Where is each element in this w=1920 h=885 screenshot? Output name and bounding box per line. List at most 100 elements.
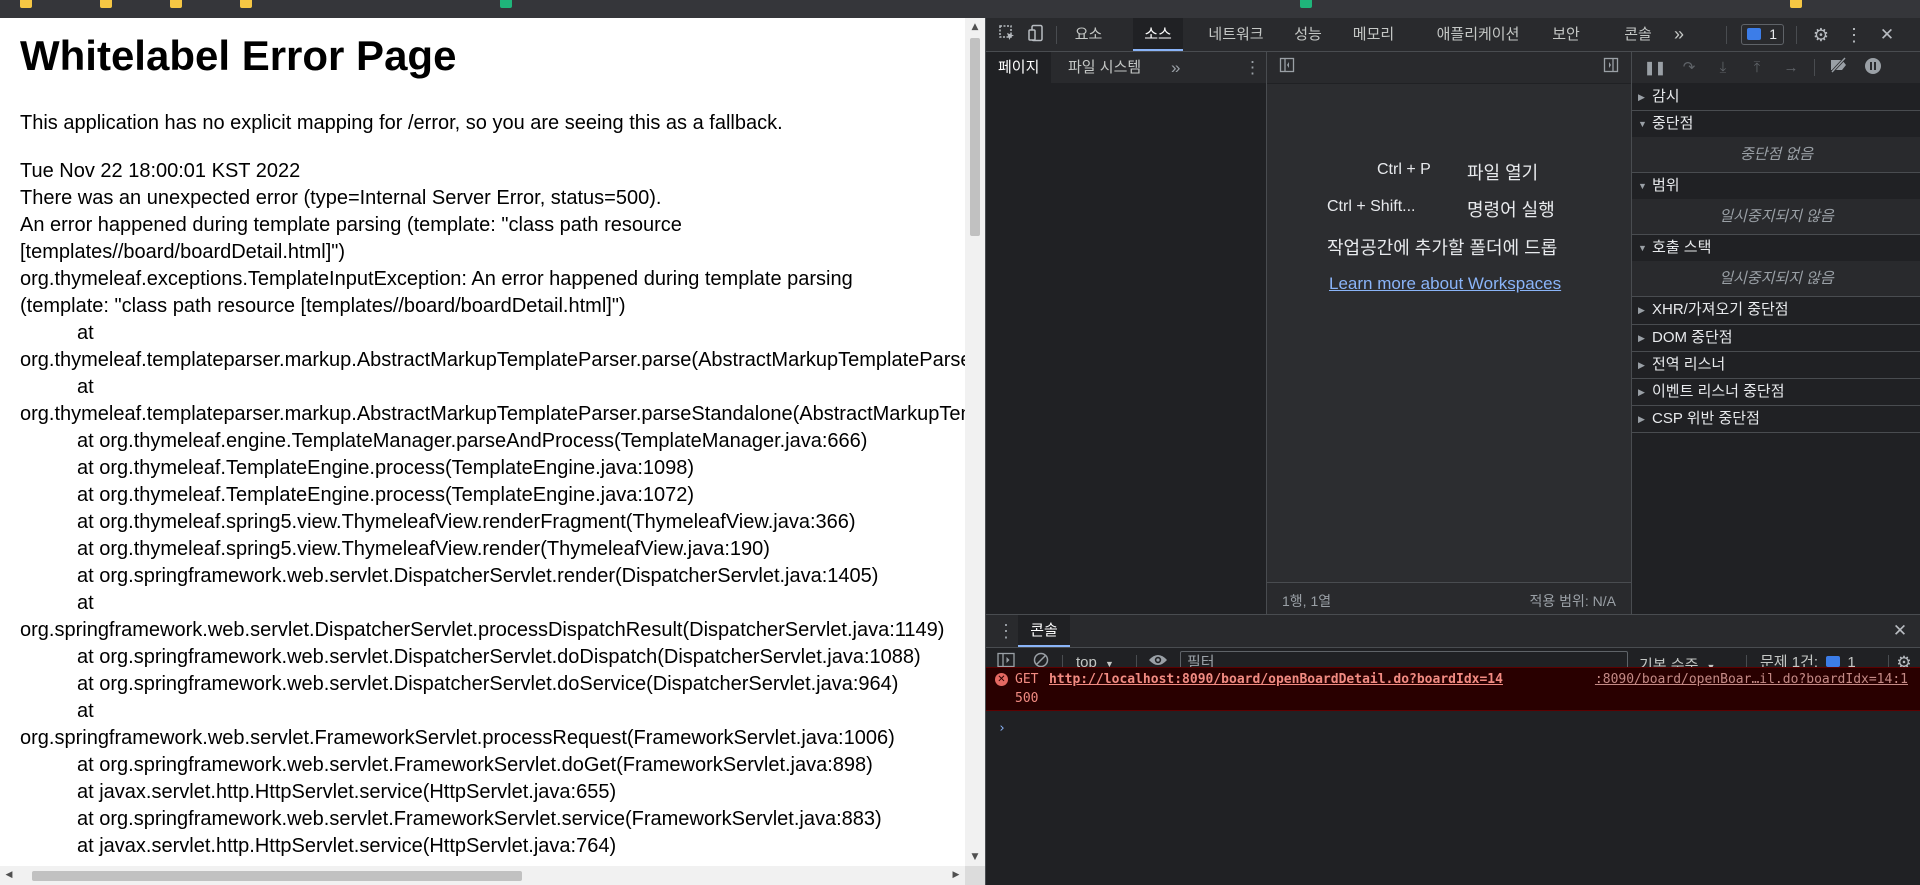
bookmarks-bar (0, 0, 1920, 18)
close-drawer-icon[interactable]: ✕ (1889, 620, 1911, 642)
drawer-menu-icon[interactable]: ⋮ (995, 620, 1017, 642)
trace-line: at (77, 592, 94, 614)
bookmark-icon[interactable] (240, 0, 254, 18)
tab-performance[interactable]: 성능 (1288, 18, 1328, 51)
more-options-icon[interactable]: ⋮ (1244, 52, 1261, 83)
vertical-scrollbar[interactable]: ▲ ▼ (965, 18, 985, 866)
expand-icon: ▶ (1638, 414, 1645, 424)
step-out-icon[interactable]: ⤒ (1746, 57, 1768, 79)
message-icon (1826, 656, 1841, 667)
stack-trace: Tue Nov 22 18:00:01 KST 2022 There was an… (20, 158, 965, 860)
tab-page[interactable]: 페이지 (986, 52, 1052, 83)
trace-line: at (77, 700, 94, 722)
trace-line: [templates//board/boardDetail.html]") (20, 241, 346, 263)
scope-pane-header[interactable]: ▼ 범위 (1632, 173, 1920, 199)
horizontal-scrollbar[interactable]: ◀ ▶ (0, 866, 965, 885)
shortcut-action: 파일 열기 (1467, 163, 1539, 183)
scroll-thumb[interactable] (32, 871, 522, 881)
xhr-breakpoints-header[interactable]: ▶ XHR/가져오기 중단점 (1632, 297, 1920, 323)
expand-icon: ▶ (1638, 387, 1645, 397)
editor-status-bar: 1행, 1열 적용 범위: N/A (1267, 583, 1631, 614)
step-into-icon[interactable]: ⤓ (1712, 57, 1734, 79)
tab-filesystem[interactable]: 파일 시스템 (1068, 52, 1141, 83)
inspect-element-icon[interactable] (996, 24, 1018, 46)
pause-icon[interactable]: ❚❚ (1644, 57, 1666, 79)
issues-badge[interactable]: 1 (1741, 24, 1784, 45)
cursor-position: 1행, 1열 (1282, 593, 1332, 609)
toggle-navigator-icon[interactable] (1276, 57, 1298, 79)
tab-network[interactable]: 네트워크 (1201, 18, 1271, 51)
scroll-down-icon[interactable]: ▼ (965, 848, 985, 866)
expand-icon: ▶ (1638, 333, 1645, 343)
close-icon[interactable]: ✕ (1876, 24, 1898, 46)
console-prompt[interactable]: › (998, 721, 1006, 736)
debugger-toolbar: ❚❚ ↷ ⤓ ⤒ → (1632, 52, 1920, 83)
device-toggle-icon[interactable] (1026, 24, 1048, 46)
drawer-tab-console[interactable]: 콘솔 (1018, 615, 1070, 647)
scroll-right-icon[interactable]: ▶ (947, 866, 965, 885)
deactivate-breakpoints-icon[interactable] (1828, 56, 1850, 79)
scroll-thumb[interactable] (970, 38, 980, 236)
toolbar-divider (1726, 26, 1727, 44)
shortcut-key: Ctrl + Shift... (1327, 198, 1416, 215)
trace-line: There was an unexpected error (type=Inte… (20, 187, 662, 209)
toggle-debugger-icon[interactable] (1600, 57, 1622, 79)
shortcut-key: Ctrl + P (1377, 161, 1431, 178)
trace-line: at org.springframework.web.servlet.Dispa… (77, 673, 899, 695)
expand-icon: ▶ (1638, 305, 1645, 315)
tab-sources[interactable]: 소스 (1133, 18, 1183, 51)
error-source-link[interactable]: :8090/board/openBoar…il.do?boardIdx=14:1 (1595, 672, 1908, 687)
toolbar-divider (1814, 59, 1815, 76)
watch-pane-header[interactable]: ▶ 감시 (1632, 84, 1920, 110)
scroll-left-icon[interactable]: ◀ (0, 866, 18, 885)
step-over-icon[interactable]: ↷ (1678, 57, 1700, 79)
drop-hint: 작업공간에 추가할 폴더에 드롭 (1327, 238, 1558, 258)
trace-line: at org.thymeleaf.TemplateEngine.process(… (77, 457, 695, 479)
navigator-tabs: 페이지 파일 시스템 » ⋮ (986, 52, 1266, 83)
trace-line: at (77, 376, 94, 398)
expand-icon: ▶ (1638, 360, 1645, 370)
workspaces-link[interactable]: Learn more about Workspaces (1329, 274, 1561, 294)
tab-application[interactable]: 애플리케이션 (1428, 18, 1528, 51)
more-tabs-icon[interactable]: » (1171, 52, 1180, 83)
toolbar-divider (1056, 26, 1057, 44)
bookmark-icon[interactable] (1790, 0, 1804, 18)
dom-breakpoints-header[interactable]: ▶ DOM 중단점 (1632, 325, 1920, 351)
gear-icon[interactable]: ⚙ (1810, 24, 1832, 46)
scroll-corner (965, 866, 985, 885)
more-options-icon[interactable]: ⋮ (1843, 24, 1865, 46)
pause-on-exceptions-icon[interactable] (1862, 57, 1884, 79)
more-tabs-icon[interactable]: » (1669, 18, 1689, 51)
step-icon[interactable]: → (1780, 57, 1802, 79)
breakpoints-pane-header[interactable]: ▼ 중단점 (1632, 111, 1920, 137)
tab-elements[interactable]: 요소 (1066, 18, 1111, 51)
toolbar-divider (1796, 26, 1797, 44)
global-listeners-header[interactable]: ▶ 전역 리스너 (1632, 352, 1920, 378)
tab-security[interactable]: 보안 (1546, 18, 1586, 51)
csp-breakpoints-header[interactable]: ▶ CSP 위반 중단점 (1632, 406, 1920, 432)
expand-icon: ▶ (1638, 92, 1645, 102)
error-url-link[interactable]: http://localhost:8090/board/openBoardDet… (1049, 672, 1503, 687)
bookmark-icon[interactable] (1300, 0, 1314, 18)
collapse-icon: ▼ (1638, 243, 1647, 253)
trace-line: at org.springframework.web.servlet.Dispa… (77, 565, 879, 587)
page-title: Whitelabel Error Page (20, 32, 457, 79)
bookmark-icon[interactable] (500, 0, 514, 18)
tab-memory[interactable]: 메모리 (1346, 18, 1401, 51)
trace-line: An error happened during template parsin… (20, 214, 682, 236)
event-listener-breakpoints-header[interactable]: ▶ 이벤트 리스너 중단점 (1632, 379, 1920, 405)
trace-line: at org.thymeleaf.spring5.view.ThymeleafV… (77, 538, 770, 560)
trace-line: Tue Nov 22 18:00:01 KST 2022 (20, 160, 301, 182)
bookmark-icon[interactable] (100, 0, 114, 18)
scroll-up-icon[interactable]: ▲ (965, 18, 985, 36)
page-intro: This application has no explicit mapping… (20, 112, 783, 134)
callstack-pane-header[interactable]: ▼ 호출 스택 (1632, 235, 1920, 261)
bookmark-icon[interactable] (20, 0, 34, 18)
trace-line: at org.springframework.web.servlet.Frame… (77, 808, 882, 830)
error-page: Whitelabel Error Page This application h… (0, 18, 985, 885)
tab-console[interactable]: 콘솔 (1618, 18, 1658, 51)
trace-line: at javax.servlet.http.HttpServlet.servic… (77, 781, 617, 803)
editor-toolbar (1267, 52, 1631, 83)
trace-line: at org.thymeleaf.TemplateEngine.process(… (77, 484, 695, 506)
bookmark-icon[interactable] (170, 0, 184, 18)
